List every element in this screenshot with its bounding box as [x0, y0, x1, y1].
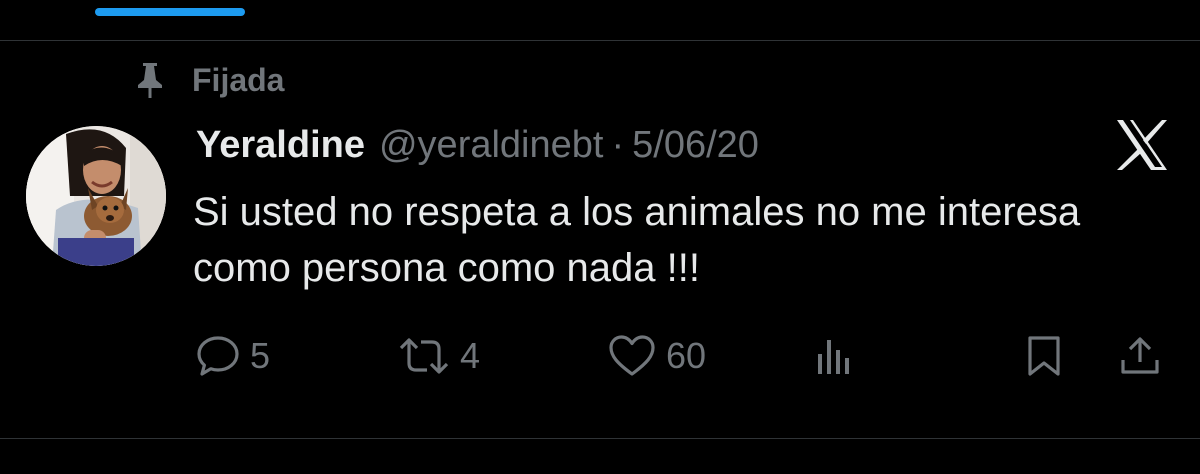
- x-logo-icon: [1114, 118, 1170, 172]
- top-divider: [0, 40, 1200, 41]
- pin-icon: [134, 60, 166, 100]
- tweet-text: Si usted no respeta a los animales no me…: [193, 190, 1081, 290]
- views-button[interactable]: [812, 332, 856, 380]
- bookmark-button[interactable]: [1024, 332, 1064, 380]
- retweet-button[interactable]: 4: [398, 332, 480, 380]
- bottom-divider: [0, 438, 1200, 439]
- header-separator: ·: [611, 124, 625, 166]
- author-name[interactable]: Yeraldine: [196, 124, 365, 167]
- reply-button[interactable]: 5: [196, 332, 270, 380]
- active-tab-indicator: [95, 8, 245, 16]
- post-header: Yeraldine @yeraldinebt · 5/06/20: [196, 124, 759, 170]
- post-date[interactable]: 5/06/20: [632, 124, 759, 167]
- retweet-count: 4: [460, 335, 481, 376]
- heart-icon: [609, 335, 655, 376]
- post-view: Fijada Yeraldine @yeraldinebt · 5/06/20: [0, 0, 1200, 474]
- reply-count: 5: [250, 335, 271, 376]
- share-icon: [1121, 337, 1159, 374]
- avatar[interactable]: [26, 126, 166, 266]
- retweet-icon: [399, 338, 449, 374]
- like-count: 60: [666, 335, 707, 376]
- reply-icon: [197, 336, 239, 376]
- bookmark-icon: [1028, 336, 1060, 376]
- pinned-label: Fijada: [192, 61, 285, 98]
- author-handle[interactable]: @yeraldinebt: [379, 124, 603, 167]
- share-button[interactable]: [1118, 332, 1162, 380]
- pinned-indicator: Fijada: [134, 58, 284, 102]
- like-button[interactable]: 60: [608, 332, 706, 380]
- views-chart-icon: [818, 340, 849, 374]
